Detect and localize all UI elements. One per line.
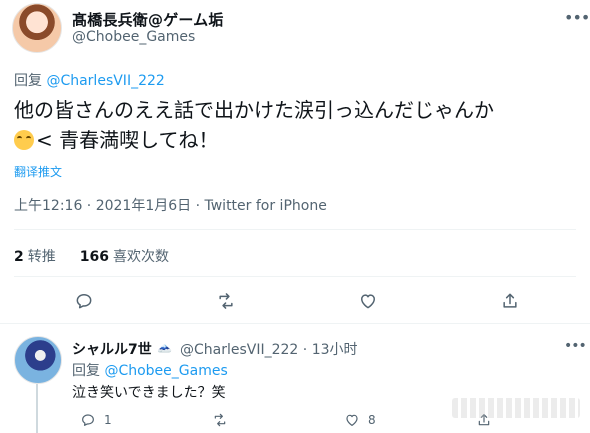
heart-icon: [361, 294, 375, 309]
reply-prefix: 回复: [14, 73, 42, 89]
reply-like-count: 8: [368, 413, 376, 427]
tweet-timestamp[interactable]: 上午12:16 · 2021年1月6日 · Twitter for iPhone: [14, 195, 327, 215]
like-stat[interactable]: 166 喜欢次数: [80, 249, 169, 265]
reply-to-link[interactable]: @CharlesVII_222: [46, 73, 164, 89]
reply-icon: [76, 294, 92, 309]
reply-text: 泣き笑いできました？笑: [72, 385, 226, 401]
retweet-button[interactable]: [215, 290, 237, 312]
retweet-icon: [219, 293, 233, 309]
tweet-text-line2: < 青春満喫してね！: [14, 125, 584, 155]
tweet-text-line2-content: < 青春満喫してね！: [36, 128, 219, 152]
more-options-icon[interactable]: •••: [564, 8, 590, 27]
author-handle[interactable]: @Chobee_Games: [72, 29, 195, 45]
watermark: [452, 398, 580, 418]
reply-reply-context: 回复 @Chobee_Games: [72, 360, 228, 380]
retweet-count: 2: [14, 249, 24, 265]
divider: [14, 229, 576, 230]
retweet-icon: [214, 413, 226, 427]
reply-reply-to-link[interactable]: @Chobee_Games: [104, 363, 227, 379]
retweet-stat[interactable]: 2 转推: [14, 249, 56, 265]
translate-link[interactable]: 翻译推文: [14, 163, 62, 180]
tweet-stats: 2 转推 166 喜欢次数: [14, 246, 169, 266]
reply-author-name[interactable]: シャルル7世: [72, 339, 152, 359]
heart-icon: [346, 414, 358, 426]
reply-button[interactable]: [73, 290, 95, 312]
reply-author-handle[interactable]: @CharlesVII_222 · 13小时: [180, 339, 358, 359]
retweet-label: 转推: [27, 249, 56, 265]
reply-reply-button[interactable]: 1: [80, 411, 112, 429]
reply-retweet-button[interactable]: [212, 411, 236, 429]
share-button[interactable]: [499, 290, 521, 312]
face-with-tears-of-joy-icon: [14, 130, 34, 150]
like-count: 166: [79, 249, 109, 265]
tweet-text-line1: 他の皆さんのええ話で出かけた涙引っ込んだじゃんか: [14, 98, 494, 122]
reply-reply-prefix: 回复: [72, 363, 100, 379]
reply-icon: [82, 414, 94, 426]
reply-like-button[interactable]: 8: [344, 411, 376, 429]
reply-more-options-icon[interactable]: •••: [564, 338, 587, 354]
reply-context: 回复 @CharlesVII_222: [14, 70, 165, 90]
divider: [14, 276, 576, 277]
share-icon: [503, 293, 517, 308]
author-avatar[interactable]: [12, 3, 62, 53]
reply-author-avatar[interactable]: [14, 336, 62, 384]
author-name[interactable]: 髙橋長兵衛@ゲーム垢: [72, 9, 224, 30]
reply-reply-count: 1: [104, 413, 112, 427]
mountain-badge-icon: 🗻: [157, 339, 172, 353]
like-label: 喜欢次数: [112, 249, 169, 265]
like-button[interactable]: [357, 290, 379, 312]
divider: [0, 323, 590, 324]
thread-line: [36, 384, 38, 433]
tweet-text: 他の皆さんのええ話で出かけた涙引っ込んだじゃんか < 青春満喫してね！: [14, 95, 584, 155]
